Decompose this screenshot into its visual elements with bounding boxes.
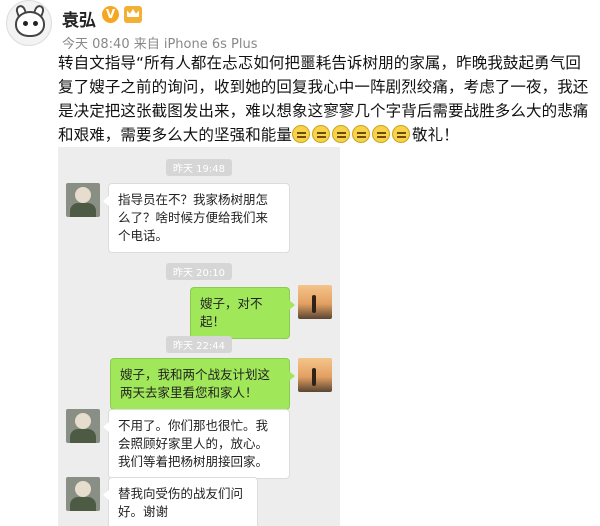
chat-message-left: 不用了。你们那也很忙。我会照顾好家里人的，放心。我们等着把杨树朋接回家。	[103, 409, 290, 479]
crying-emoji-icon	[352, 125, 371, 143]
chat-message-left: 替我向受伤的战友们问好。谢谢	[103, 477, 258, 526]
post-text-tail: 敬礼！	[412, 126, 459, 144]
self-avatar	[298, 358, 332, 392]
avatar-eye	[23, 21, 28, 26]
crying-emoji-icon	[372, 125, 391, 143]
chat-message-right: 嫂子，对不起！	[190, 287, 295, 339]
crying-emoji-icon	[392, 125, 411, 143]
crying-emoji-icon	[332, 125, 351, 143]
chat-timestamp: 昨天 22:44	[166, 336, 232, 353]
emoji-row	[292, 123, 412, 147]
verified-badge-icon: V	[102, 6, 119, 23]
avatar-eye	[33, 21, 38, 26]
chat-message-left: 指导员在不？我家杨树朋怎么了？啥时候方便给我们来个电话。	[103, 183, 290, 253]
sender-avatar	[66, 183, 100, 217]
chat-timestamp: 昨天 20:10	[166, 263, 232, 280]
crying-emoji-icon	[292, 125, 311, 143]
avatar-face	[15, 11, 45, 37]
post-body: 转自文指导“所有人都在忐忑如何把噩耗告诉树朋的家属，昨晚我鼓起勇气回复了嫂子之前…	[58, 51, 594, 147]
chat-screenshot[interactable]: 昨天 19:48 指导员在不？我家杨树朋怎么了？啥时候方便给我们来个电话。 昨天…	[58, 147, 340, 526]
author-avatar[interactable]	[6, 0, 52, 46]
crying-emoji-icon	[312, 125, 331, 143]
author-name[interactable]: 袁弘	[62, 6, 96, 31]
chat-message-right: 嫂子，我和两个战友计划这两天去家里看您和家人！	[110, 358, 295, 410]
chat-timestamp: 昨天 19:48	[166, 159, 232, 176]
sender-avatar	[66, 409, 100, 443]
sender-avatar	[66, 477, 100, 511]
post-meta: 今天 08:40 来自 iPhone 6s Plus	[62, 37, 258, 52]
member-crown-icon	[124, 6, 142, 23]
self-avatar	[298, 285, 332, 319]
